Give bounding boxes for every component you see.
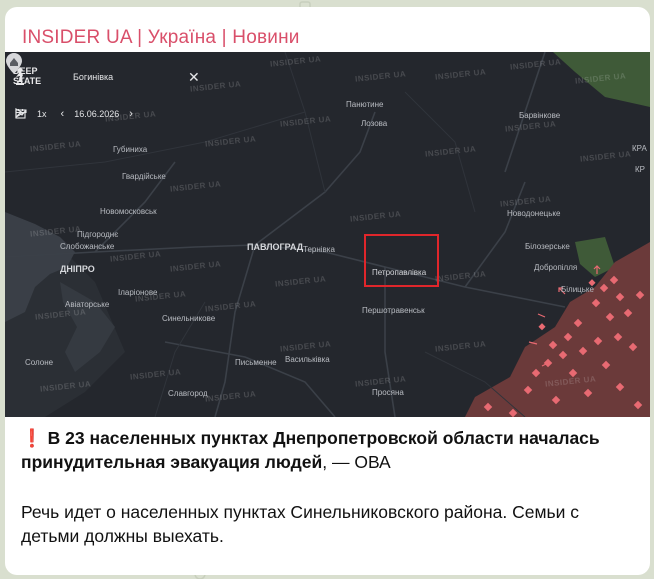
highlight-box [364, 234, 439, 287]
city-label-pavlohrad: ПАВЛОГРАД [247, 242, 304, 252]
place-label: Солоне [25, 358, 54, 367]
search-value[interactable]: Богинівка [73, 72, 113, 82]
channel-name[interactable]: INSIDER UA | Україна | Новини [22, 27, 300, 49]
place-label: Синельникове [162, 314, 216, 323]
message-text: ❗ В 23 населенных пунктах Днепропетровск… [21, 426, 641, 548]
place-label: Гвардійське [122, 172, 166, 181]
place-label: Письменне [235, 358, 277, 367]
place-label: Першотравенськ [362, 306, 425, 315]
place-label: Тернівка [303, 245, 335, 254]
place-label: КР [635, 165, 645, 174]
place-label: Панютине [346, 100, 384, 109]
place-label: Новомосковськ [100, 207, 157, 216]
map-image[interactable]: INSIDER UA INSIDER UA INSIDER UA INSIDER… [5, 52, 650, 417]
message-headline: В 23 населенных пунктах Днепропетровской… [21, 428, 600, 472]
place-label: Підгороднє [77, 230, 119, 239]
place-label: Слобожанське [60, 242, 115, 251]
close-icon[interactable]: ✕ [188, 69, 200, 86]
place-label: Васильківка [285, 355, 330, 364]
exclamation-icon: ❗ [21, 428, 43, 448]
place-label: Іларіонове [118, 288, 158, 297]
message-headline-paragraph: ❗ В 23 населенных пунктах Днепропетровск… [21, 426, 641, 474]
message-body: Речь идет о населенных пунктах Синельник… [21, 502, 580, 546]
place-label: Славгород [168, 389, 208, 398]
place-label: Білозерське [525, 242, 570, 251]
place-label: КРА [632, 144, 647, 153]
place-label: Новодонецьке [507, 209, 561, 218]
chevron-left-icon[interactable]: ‹ [61, 108, 65, 120]
place-label: Просяна [372, 388, 404, 397]
message-bubble: INSIDER UA | Україна | Новини INSIDER UA… [5, 7, 650, 575]
timeline-controls: 1x ‹ 16.06.2026 › [15, 108, 153, 120]
location-pin-icon [6, 53, 22, 74]
place-label: Добропілля [534, 263, 578, 272]
place-label: Барвінкове [519, 111, 561, 120]
chevron-right-icon[interactable]: › [129, 108, 133, 120]
message-source: , — ОВА [322, 452, 391, 472]
place-label: Лозова [361, 119, 388, 128]
date-display[interactable]: 16.06.2026 [74, 109, 119, 119]
speed-button[interactable]: 1x [37, 109, 47, 119]
place-label: Білицьке [561, 285, 594, 294]
place-label: Губиниха [113, 145, 148, 154]
place-label: Авіаторське [65, 300, 110, 309]
city-label-dnipro: ДНІПРО [60, 264, 95, 274]
